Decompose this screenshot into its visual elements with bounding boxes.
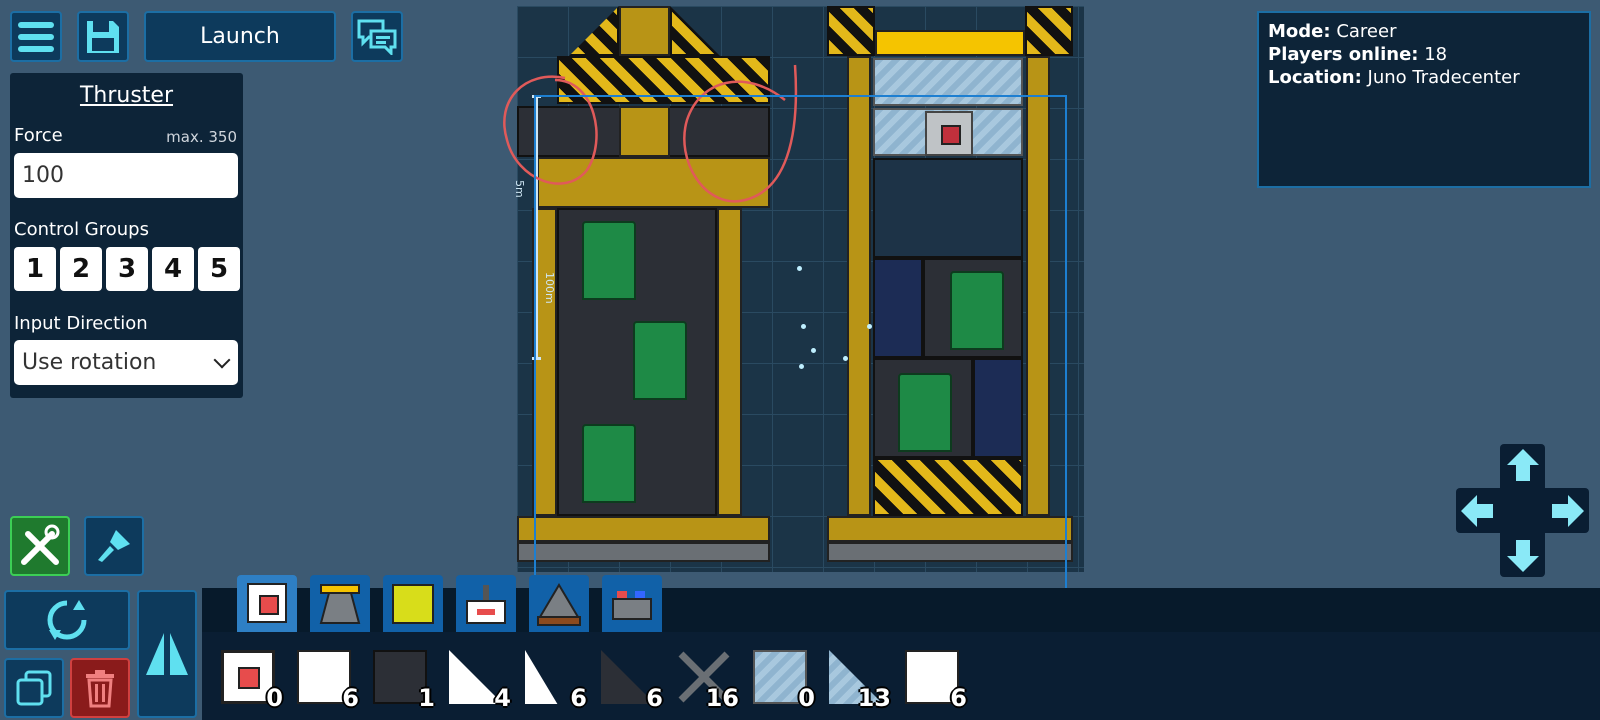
inventory-count: 0 <box>798 684 815 712</box>
delete-button[interactable] <box>70 658 130 718</box>
category-tab-misc[interactable] <box>602 575 662 633</box>
move-dpad <box>1456 444 1589 577</box>
players-value: 18 <box>1424 44 1448 65</box>
nose-hazard-right <box>670 6 720 56</box>
inventory-count: 0 <box>266 684 283 712</box>
players-label: Players online: <box>1268 44 1419 65</box>
inventory-slot[interactable]: 0 <box>221 650 283 712</box>
arrow-down-icon[interactable] <box>1504 537 1542 575</box>
top-hazard-right <box>1025 6 1073 56</box>
rotate-icon <box>47 600 87 640</box>
arrow-left-icon[interactable] <box>1458 492 1496 530</box>
chat-button[interactable] <box>351 11 403 62</box>
force-input[interactable]: 100 <box>14 153 238 198</box>
inventory-slot[interactable]: 1 <box>373 650 435 712</box>
inventory-slot[interactable]: 6 <box>601 650 663 712</box>
mode-value: Career <box>1336 21 1397 42</box>
inventory-slot[interactable]: 4 <box>449 650 511 712</box>
build-tool-button[interactable] <box>10 516 70 576</box>
chat-icon <box>357 19 397 55</box>
inventory-count: 6 <box>342 684 359 712</box>
inventory-count: 16 <box>705 684 739 712</box>
control-group-4[interactable]: 4 <box>152 247 194 291</box>
battery-icon <box>612 591 652 620</box>
location-value: Juno Tradecenter <box>1367 67 1520 88</box>
chevron-down-icon <box>213 351 231 369</box>
control-icon <box>466 585 506 624</box>
save-button[interactable] <box>77 11 129 62</box>
inventory-count: 6 <box>950 684 967 712</box>
category-tab-fuel[interactable] <box>383 575 443 633</box>
mirror-icon <box>146 633 188 675</box>
trash-icon <box>86 670 114 708</box>
inventory-slot[interactable]: 13 <box>829 650 891 712</box>
inventory-count: 1 <box>418 684 435 712</box>
control-group-5[interactable]: 5 <box>198 247 240 291</box>
inventory-count: 13 <box>857 684 891 712</box>
input-direction-label: Input Direction <box>14 313 148 334</box>
part-properties-panel: Thruster Force max. 350 100 Control Grou… <box>10 73 243 398</box>
wrench-screwdriver-icon <box>21 524 60 565</box>
launch-button[interactable]: Launch <box>144 11 336 62</box>
thruster-icon <box>319 584 361 624</box>
category-tab-thrusters[interactable] <box>310 575 370 633</box>
nose-hazard-left <box>569 6 619 56</box>
category-tab-nosecone[interactable] <box>529 575 589 633</box>
location-label: Location: <box>1268 67 1362 88</box>
menu-button[interactable] <box>10 11 62 62</box>
nose-block <box>619 6 670 56</box>
server-info-panel: Mode: Career Players online: 18 Location… <box>1257 11 1591 188</box>
mode-label: Mode: <box>1268 21 1331 42</box>
panel-title: Thruster <box>79 83 174 108</box>
control-group-3[interactable]: 3 <box>106 247 148 291</box>
control-group-1[interactable]: 1 <box>14 247 56 291</box>
force-label: Force <box>14 125 63 146</box>
input-direction-select[interactable]: Use rotation <box>14 340 238 385</box>
inventory-slot[interactable]: 6 <box>525 650 587 712</box>
inventory-slot[interactable]: 6 <box>297 650 359 712</box>
top-hazard-left <box>827 6 875 56</box>
inventory-count: 4 <box>494 684 511 712</box>
inventory-slot[interactable]: 0 <box>753 650 815 712</box>
copy-button[interactable] <box>4 658 64 718</box>
rotate-button[interactable] <box>4 590 130 650</box>
control-group-2[interactable]: 2 <box>60 247 102 291</box>
hamburger-icon <box>18 21 54 52</box>
copy-icon <box>16 670 52 706</box>
category-tab-control[interactable] <box>456 575 516 633</box>
top-yellow-row <box>875 30 1025 56</box>
floppy-disk-icon <box>87 20 119 53</box>
arrow-right-icon[interactable] <box>1549 492 1587 530</box>
arrow-up-icon[interactable] <box>1504 446 1542 484</box>
force-max-label: max. 350 <box>166 128 237 146</box>
control-groups-label: Control Groups <box>14 219 149 240</box>
input-direction-value: Use rotation <box>22 350 157 375</box>
inventory-count: 6 <box>570 684 587 712</box>
nosecone-icon <box>537 583 581 626</box>
inventory-count: 6 <box>646 684 663 712</box>
flip-button[interactable] <box>137 590 197 718</box>
selection-box <box>534 95 1067 625</box>
paint-brush-icon <box>98 530 130 562</box>
paint-tool-button[interactable] <box>84 516 144 576</box>
inventory-slot[interactable]: 6 <box>905 650 967 712</box>
category-tab-structural[interactable] <box>237 575 297 633</box>
inventory-slot[interactable]: 16 <box>677 650 739 712</box>
